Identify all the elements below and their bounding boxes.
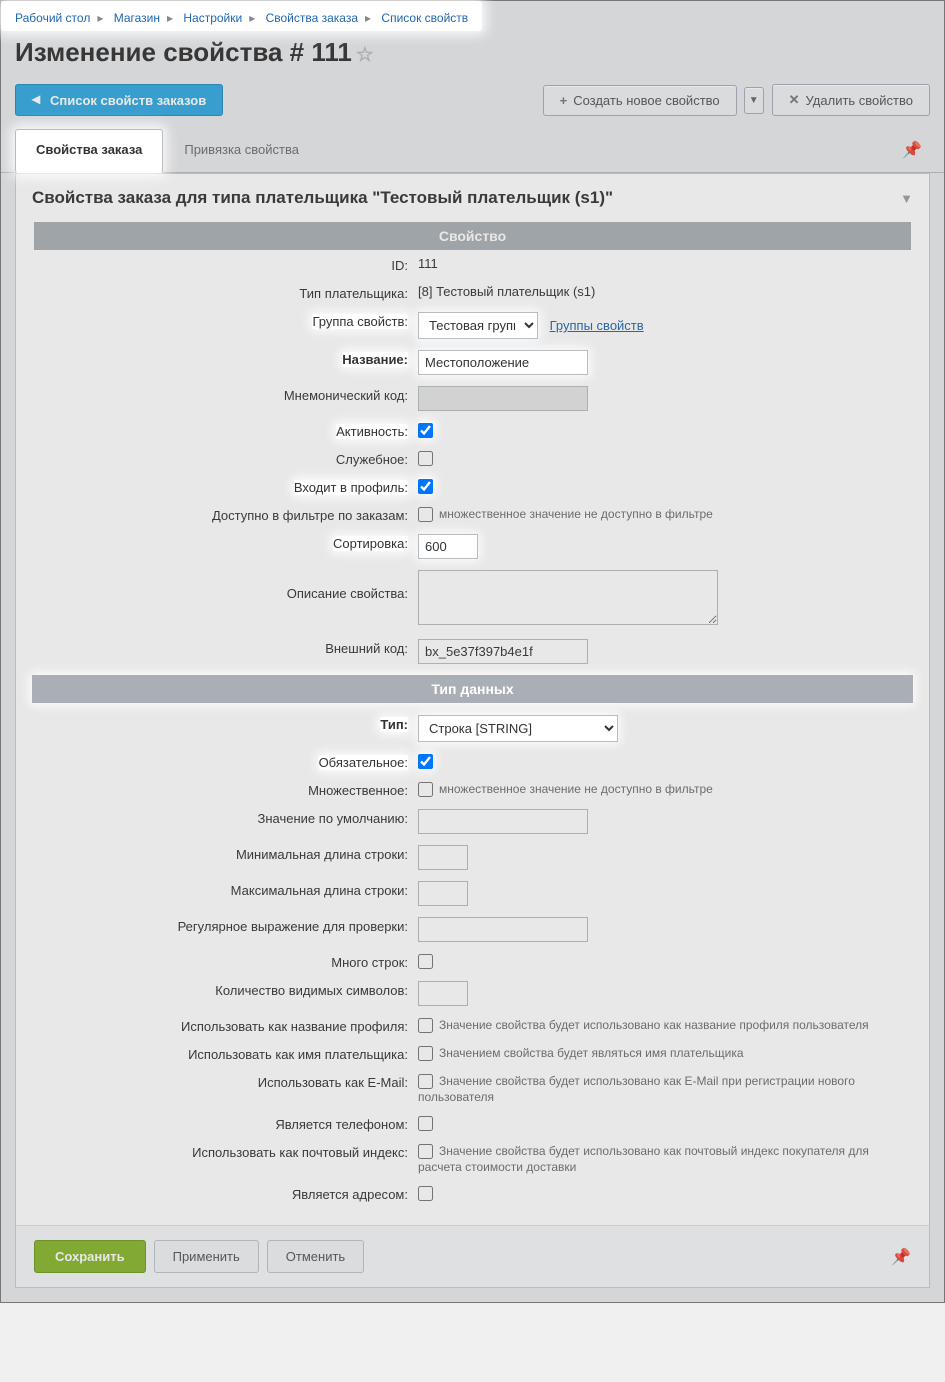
- textarea-description[interactable]: [418, 570, 718, 625]
- checkbox-is-zip[interactable]: [418, 1144, 433, 1159]
- note-filter: множественное значение не доступно в фил…: [439, 507, 713, 521]
- note-is-profile-name: Значение свойства будет использовано как…: [439, 1018, 869, 1032]
- input-code[interactable]: [418, 386, 588, 411]
- chevron-right-icon: ▸: [167, 11, 173, 25]
- checkbox-service[interactable]: [418, 451, 433, 466]
- delete-property-button[interactable]: ✕ Удалить свойство: [772, 84, 930, 116]
- label-xml-id: Внешний код:: [34, 633, 414, 669]
- panel-heading: Свойства заказа для типа плательщика "Те…: [16, 174, 929, 222]
- label-code: Мнемонический код:: [34, 380, 414, 416]
- input-regex[interactable]: [418, 917, 588, 942]
- breadcrumb-item[interactable]: Рабочий стол: [15, 11, 90, 25]
- label-service: Служебное:: [34, 444, 414, 472]
- input-xml-id[interactable]: [418, 639, 588, 664]
- value-id: 111: [414, 250, 911, 278]
- label-id: ID:: [34, 250, 414, 278]
- label-group: Группа свойств:: [312, 314, 408, 329]
- label-name: Название:: [342, 352, 408, 367]
- breadcrumb-item[interactable]: Настройки: [183, 11, 242, 25]
- label-required: Обязательное:: [319, 755, 408, 770]
- section-property: Свойство: [34, 222, 911, 250]
- input-default[interactable]: [418, 809, 588, 834]
- chevron-right-icon: ▸: [249, 11, 255, 25]
- label-active: Активность:: [336, 424, 408, 439]
- label-is-zip: Использовать как почтовый индекс:: [34, 1137, 414, 1179]
- section-datatype: Тип данных: [32, 675, 913, 703]
- create-property-dropdown[interactable]: ▼: [744, 87, 764, 114]
- note-is-payer: Значением свойства будет являться имя пл…: [439, 1046, 744, 1060]
- input-name[interactable]: [418, 350, 588, 375]
- pin-icon[interactable]: 📌: [894, 128, 930, 172]
- chevron-right-icon: ▸: [365, 11, 371, 25]
- label-is-email: Использовать как E-Mail:: [34, 1067, 414, 1109]
- label-profile: Входит в профиль:: [294, 480, 408, 495]
- label-is-profile-name: Использовать как название профиля:: [34, 1011, 414, 1039]
- back-to-list-button[interactable]: ◂ Список свойств заказов: [15, 84, 223, 116]
- note-is-email: Значение свойства будет использовано как…: [418, 1074, 855, 1104]
- label-minlen: Минимальная длина строки:: [34, 839, 414, 875]
- chevron-right-icon: ▸: [97, 11, 103, 25]
- breadcrumb-item[interactable]: Магазин: [114, 11, 160, 25]
- label-regex: Регулярное выражение для проверки:: [34, 911, 414, 947]
- label-description: Описание свойства:: [34, 564, 414, 633]
- label-is-address: Является адресом:: [34, 1179, 414, 1207]
- label-default: Значение по умолчанию:: [34, 803, 414, 839]
- checkbox-profile[interactable]: [418, 479, 433, 494]
- checkbox-active[interactable]: [418, 423, 433, 438]
- arrow-left-icon: ◂: [32, 92, 40, 108]
- checkbox-is-payer[interactable]: [418, 1046, 433, 1061]
- note-multiple: множественное значение не доступно в фил…: [439, 782, 713, 796]
- label-multiple: Множественное:: [34, 775, 414, 803]
- tab-property-binding[interactable]: Привязка свойства: [163, 129, 320, 173]
- label-type: Тип:: [380, 717, 408, 732]
- label-cols: Количество видимых символов:: [34, 975, 414, 1011]
- checkbox-is-phone[interactable]: [418, 1116, 433, 1131]
- checkbox-filter[interactable]: [418, 507, 433, 522]
- create-property-button[interactable]: + Создать новое свойство: [543, 85, 737, 116]
- breadcrumb-item[interactable]: Список свойств: [381, 11, 468, 25]
- checkbox-required[interactable]: [418, 754, 433, 769]
- close-icon: ✕: [789, 92, 800, 108]
- apply-button[interactable]: Применить: [154, 1240, 259, 1273]
- checkbox-multiline[interactable]: [418, 954, 433, 969]
- page-title: Изменение свойства # 111☆: [1, 31, 944, 84]
- breadcrumb-item[interactable]: Свойства заказа: [266, 11, 358, 25]
- favorite-star-icon[interactable]: ☆: [356, 44, 374, 66]
- cancel-button[interactable]: Отменить: [267, 1240, 364, 1273]
- label-payer-type: Тип плательщика:: [34, 278, 414, 306]
- input-maxlen[interactable]: [418, 881, 468, 906]
- checkbox-is-address[interactable]: [418, 1186, 433, 1201]
- label-sort: Сортировка:: [333, 536, 408, 551]
- select-group[interactable]: Тестовая группа: [418, 312, 538, 339]
- input-minlen[interactable]: [418, 845, 468, 870]
- checkbox-multiple[interactable]: [418, 782, 433, 797]
- label-maxlen: Максимальная длина строки:: [34, 875, 414, 911]
- breadcrumb: Рабочий стол ▸ Магазин ▸ Настройки ▸ Свойст…: [1, 1, 482, 31]
- label-is-phone: Является телефоном:: [34, 1109, 414, 1137]
- checkbox-is-email[interactable]: [418, 1074, 433, 1089]
- label-is-payer: Использовать как имя плательщика:: [34, 1039, 414, 1067]
- input-cols[interactable]: [418, 981, 468, 1006]
- note-is-zip: Значение свойства будет использовано как…: [418, 1144, 869, 1174]
- link-groups[interactable]: Группы свойств: [550, 318, 644, 333]
- pin-icon[interactable]: 📌: [891, 1247, 911, 1267]
- label-filter: Доступно в фильтре по заказам:: [34, 500, 414, 528]
- tab-order-properties[interactable]: Свойства заказа: [15, 129, 163, 173]
- label-multiline: Много строк:: [34, 947, 414, 975]
- input-sort[interactable]: [418, 534, 478, 559]
- value-payer-type: [8] Тестовый плательщик (s1): [414, 278, 911, 306]
- select-type[interactable]: Строка [STRING]: [418, 715, 618, 742]
- collapse-icon[interactable]: ▼: [900, 191, 913, 206]
- plus-icon: +: [560, 93, 568, 108]
- checkbox-is-profile-name[interactable]: [418, 1018, 433, 1033]
- save-button[interactable]: Сохранить: [34, 1240, 146, 1273]
